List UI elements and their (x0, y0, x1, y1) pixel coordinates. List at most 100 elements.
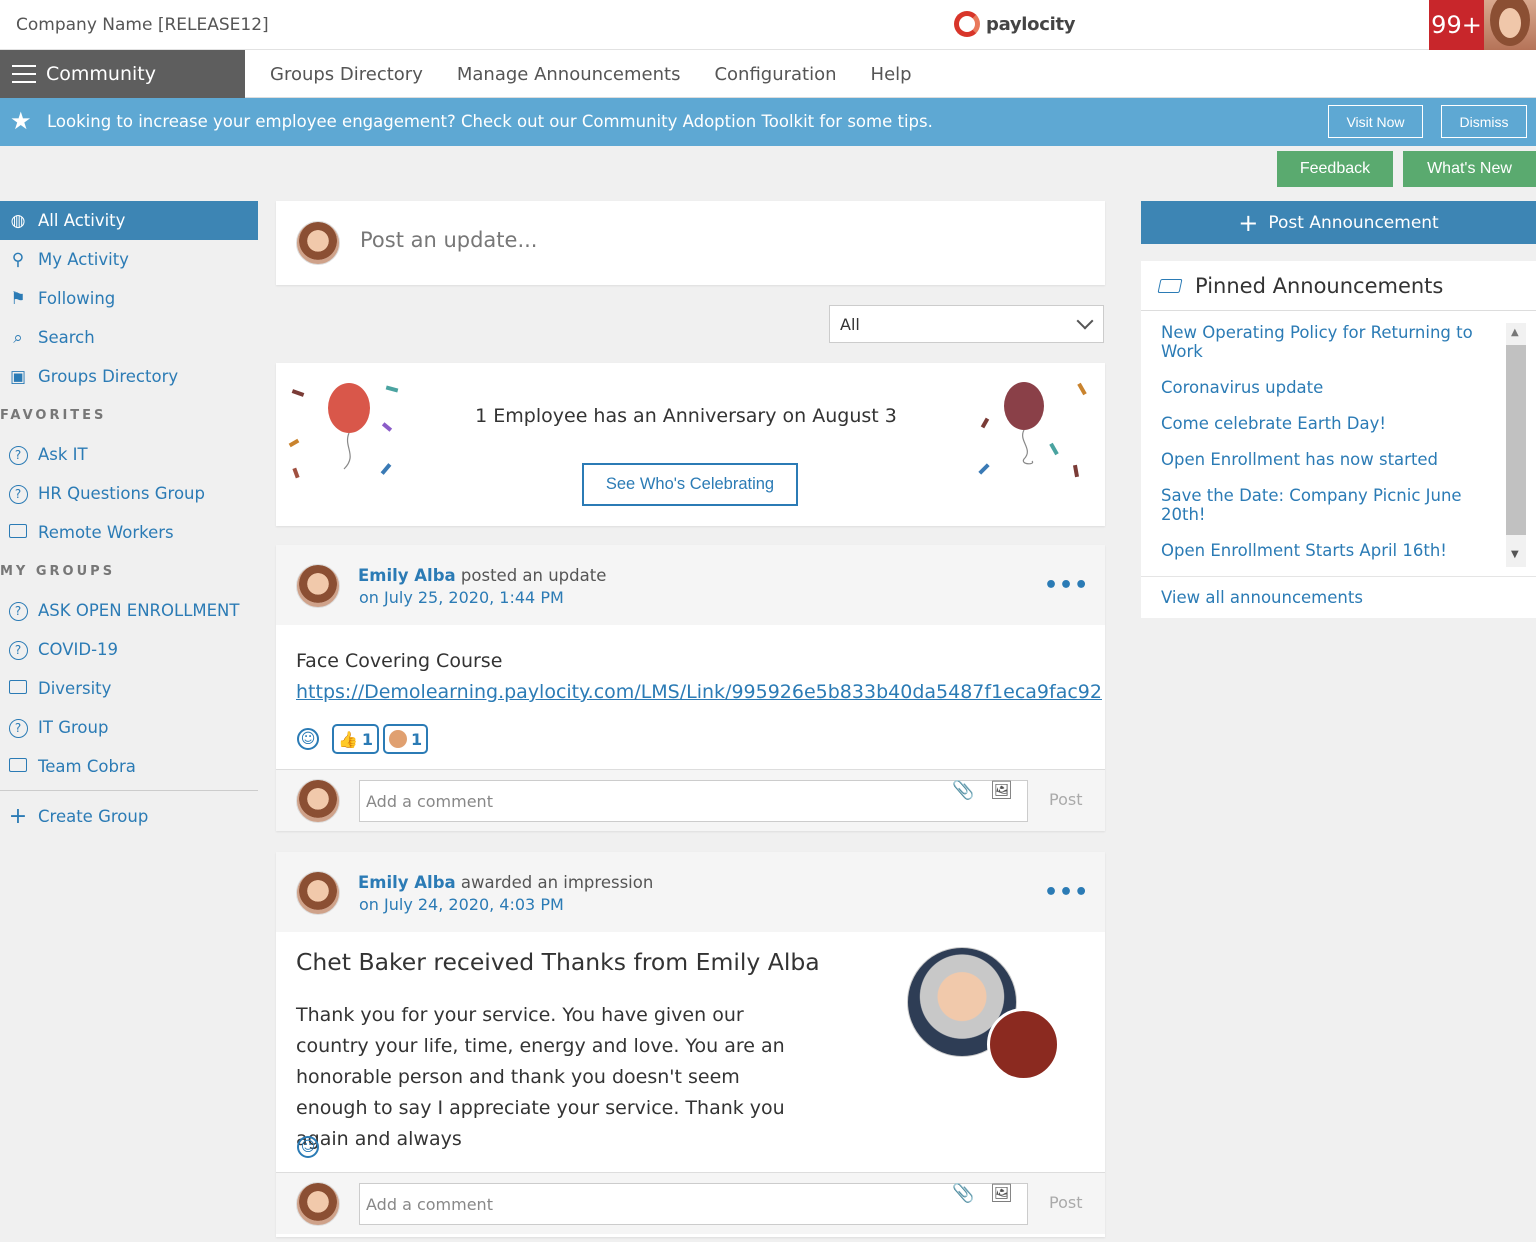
post-date[interactable]: on July 25, 2020, 1:44 PM (359, 588, 564, 607)
impression-title: Chet Baker received Thanks from Emily Al… (296, 948, 820, 976)
notification-badge[interactable]: 99+ (1429, 0, 1484, 50)
megaphone-icon (1157, 278, 1183, 293)
add-reaction-icon[interactable]: ☺ (297, 1136, 319, 1158)
sidebar-item-following[interactable]: ⚑ Following (0, 279, 258, 318)
info-banner: ★ Looking to increase your employee enga… (0, 98, 1536, 146)
comment-bar: Add a comment 📎 🖼 Post (276, 1172, 1105, 1234)
post-announcement-button[interactable]: + Post Announcement (1141, 201, 1536, 244)
reaction-thumbs-up[interactable]: 👍 1 (332, 724, 380, 754)
sidebar-item-all-activity[interactable]: ◍ All Activity (0, 201, 258, 240)
more-options-icon[interactable]: ••• (1044, 573, 1089, 598)
sidebar-item-diversity[interactable]: Diversity (0, 669, 258, 708)
avatar (296, 779, 340, 823)
star-icon: ★ (10, 107, 32, 135)
scroll-down-icon[interactable]: ▼ (1511, 549, 1519, 560)
question-icon: ? (8, 445, 28, 465)
comment-input[interactable]: Add a comment (359, 780, 1028, 822)
my-groups-heading: MY GROUPS (0, 564, 116, 579)
plus-icon: + (1238, 208, 1259, 237)
chevron-down-icon (1076, 312, 1094, 330)
post-author-line: Emily Alba awarded an impression (358, 873, 654, 892)
announcement-list: New Operating Policy for Returning to Wo… (1161, 323, 1491, 577)
apple-badge-icon (987, 1008, 1060, 1081)
sidebar-item-my-activity[interactable]: ⚲ My Activity (0, 240, 258, 279)
whats-new-button[interactable]: What's New (1403, 151, 1536, 187)
nav-manage-announcements[interactable]: Manage Announcements (457, 64, 681, 85)
hamburger-icon (12, 65, 36, 83)
announcements-scrollbar[interactable]: ▲ ▼ (1506, 323, 1526, 567)
add-reaction-icon[interactable]: ☺ (297, 728, 319, 750)
announcement-link[interactable]: Open Enrollment Starts April 16th! (1161, 541, 1491, 560)
comment-post-button[interactable]: Post (1049, 790, 1082, 809)
question-icon: ? (8, 718, 28, 738)
avatar[interactable] (296, 871, 340, 915)
post-author[interactable]: Emily Alba (358, 566, 456, 585)
post-author-line: Emily Alba posted an update (358, 566, 607, 585)
reaction-smile[interactable]: 1 (383, 724, 429, 754)
plus-icon: + (8, 804, 28, 829)
favorites-heading: FAVORITES (0, 408, 107, 423)
post-update-box[interactable]: Post an update... (276, 201, 1105, 285)
banner-text: Looking to increase your employee engage… (47, 112, 933, 131)
comment-input[interactable]: Add a comment (359, 1183, 1028, 1225)
attachment-icon[interactable]: 📎 (952, 780, 974, 801)
post-author[interactable]: Emily Alba (358, 873, 456, 892)
sidebar-item-covid-19[interactable]: ? COVID-19 (0, 630, 258, 669)
announcement-link[interactable]: Open Enrollment has now started (1161, 450, 1491, 469)
chat-bubble-icon (9, 523, 27, 538)
nav-groups-directory[interactable]: Groups Directory (270, 64, 423, 85)
thumbs-up-icon: 👍 (338, 729, 358, 749)
globe-icon: ◍ (10, 210, 26, 231)
dismiss-button[interactable]: Dismiss (1441, 105, 1527, 138)
sidebar-item-ask-it[interactable]: ? Ask IT (0, 435, 258, 474)
image-icon[interactable]: 🖼 (990, 1183, 1013, 1204)
announcement-link[interactable]: Come celebrate Earth Day! (1161, 414, 1491, 433)
post-link[interactable]: https://Demolearning.paylocity.com/LMS/L… (296, 681, 1102, 703)
scroll-thumb[interactable] (1506, 345, 1526, 535)
announcement-link[interactable]: Coronavirus update (1161, 378, 1491, 397)
nav-configuration[interactable]: Configuration (714, 64, 836, 85)
directory-icon: ▣ (9, 366, 27, 387)
sidebar-item-groups-directory[interactable]: ▣ Groups Directory (0, 357, 258, 396)
sidebar-item-hr-questions[interactable]: ? HR Questions Group (0, 474, 258, 513)
sidebar-item-remote-workers[interactable]: Remote Workers (0, 513, 258, 552)
post-title: Face Covering Course (296, 650, 503, 672)
activity-post: Emily Alba posted an update on July 25, … (276, 545, 1105, 831)
question-icon: ? (8, 640, 28, 660)
post-date[interactable]: on July 24, 2020, 4:03 PM (359, 895, 564, 914)
image-icon[interactable]: 🖼 (990, 780, 1013, 801)
see-whos-celebrating-button[interactable]: See Who's Celebrating (582, 463, 798, 506)
announcement-link[interactable]: Save the Date: Company Picnic June 20th! (1161, 486, 1491, 524)
view-all-announcements-link[interactable]: View all announcements (1161, 588, 1363, 607)
scroll-up-icon[interactable]: ▲ (1511, 327, 1519, 338)
announcement-link[interactable]: New Operating Policy for Returning to Wo… (1161, 323, 1491, 361)
avatar (296, 221, 340, 265)
more-options-icon[interactable]: ••• (1044, 880, 1089, 905)
sidebar-item-it-group[interactable]: ? IT Group (0, 708, 258, 747)
main-nav: Community Groups Directory Manage Announ… (0, 50, 1536, 98)
sidebar-item-ask-open-enrollment[interactable]: ? ASK OPEN ENROLLMENT (0, 591, 258, 630)
paylocity-logo[interactable]: paylocity (954, 11, 1076, 37)
user-avatar[interactable] (1484, 0, 1536, 50)
create-group-button[interactable]: + Create Group (0, 797, 258, 836)
avatar[interactable] (296, 564, 340, 608)
attachment-icon[interactable]: 📎 (952, 1183, 974, 1204)
sidebar-item-search[interactable]: ⌕ Search (0, 318, 258, 357)
person-icon: ⚲ (11, 249, 25, 270)
balloon-left-illustration (288, 383, 399, 479)
search-icon: ⌕ (13, 327, 23, 348)
activity-post: Emily Alba awarded an impression on July… (276, 852, 1105, 1237)
sidebar-item-team-cobra[interactable]: Team Cobra (0, 747, 258, 786)
community-menu-button[interactable]: Community (0, 50, 245, 98)
comment-post-button[interactable]: Post (1049, 1193, 1082, 1212)
visit-now-button[interactable]: Visit Now (1328, 105, 1423, 138)
activity-filter-select[interactable]: All (829, 305, 1104, 343)
post-header: Emily Alba posted an update on July 25, … (276, 545, 1105, 625)
anniversary-card: 1 Employee has an Anniversary on August … (276, 363, 1105, 526)
chat-bubble-icon (9, 679, 27, 694)
nav-help[interactable]: Help (871, 64, 912, 85)
feedback-button[interactable]: Feedback (1277, 151, 1393, 187)
pinned-announcements-panel: Pinned Announcements New Operating Polic… (1141, 261, 1536, 618)
comment-bar: Add a comment 📎 🖼 Post (276, 769, 1105, 831)
post-update-placeholder: Post an update... (360, 228, 538, 252)
